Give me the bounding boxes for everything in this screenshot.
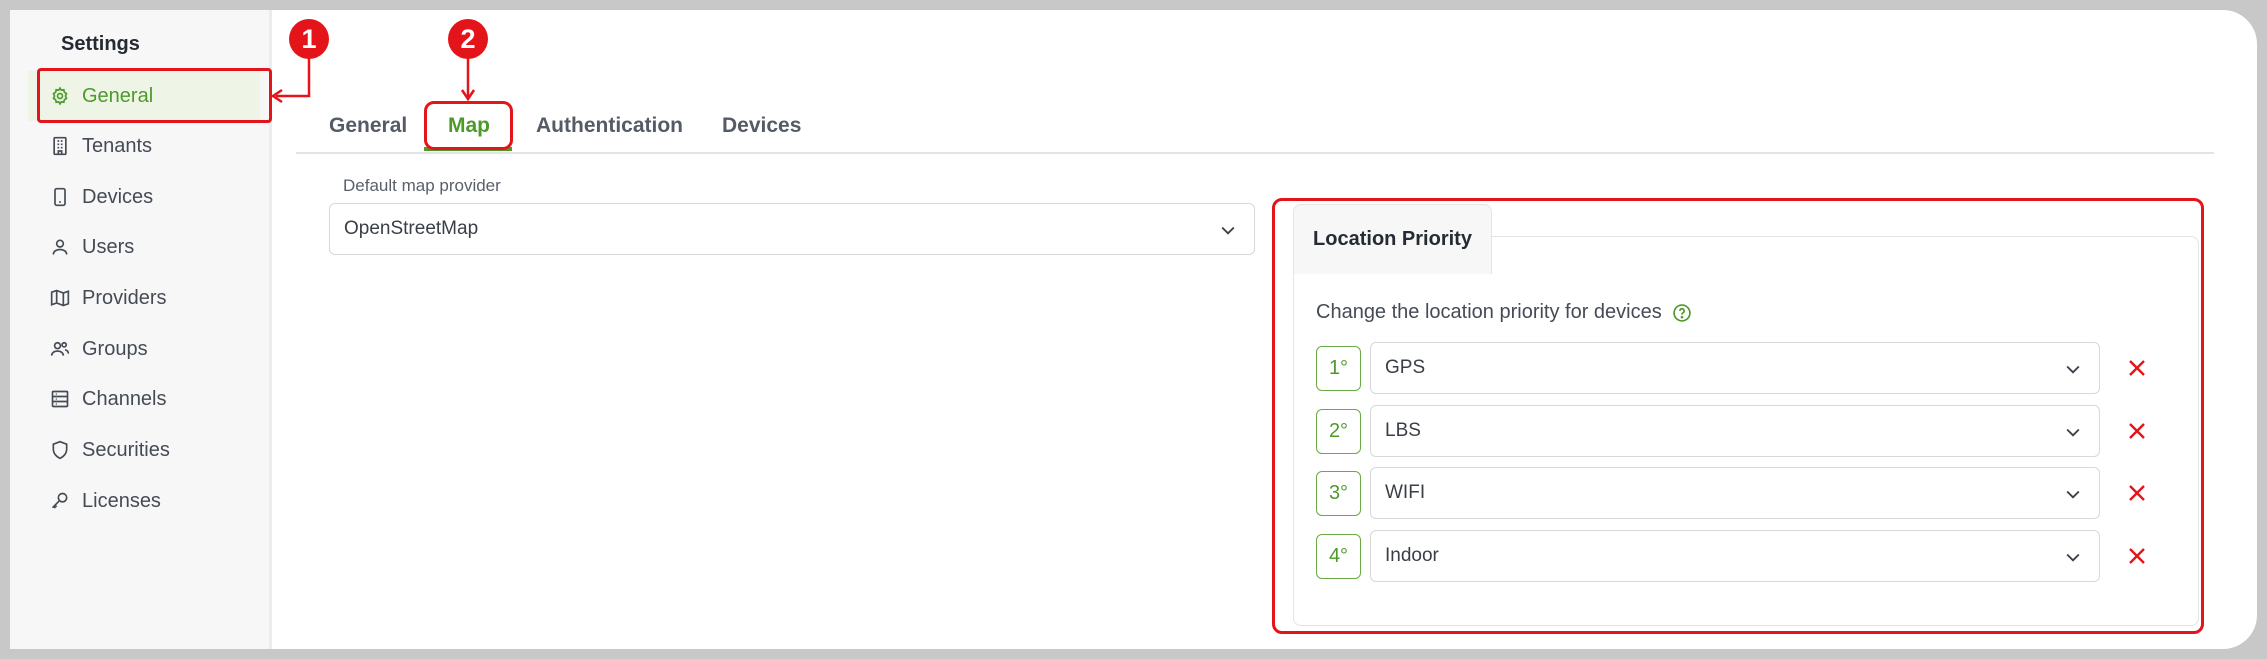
priority-rank-3: 3° [1316,471,1361,516]
sidebar-item-label: Groups [82,337,148,360]
close-icon [2129,548,2145,564]
sidebar-title: Settings [61,33,140,55]
map-icon [50,288,70,308]
sidebar-item-label: Licenses [82,489,161,512]
sidebar-item-label: Providers [82,286,167,309]
map-provider-select[interactable]: OpenStreetMap [329,203,1255,255]
sidebar-item-label: Tenants [82,134,153,157]
chevron-down-icon [2066,365,2080,374]
sidebar-item-providers[interactable]: Providers [28,273,260,323]
sidebar-item-general[interactable]: General [28,71,260,121]
map-provider-label: Default map provider [343,176,501,195]
chevron-down-icon [2066,553,2080,562]
priority-rank-1: 1° [1316,346,1361,391]
annotation-badge-2: 2 [448,19,488,59]
help-icon[interactable] [1672,303,1692,323]
sidebar-item-securities[interactable]: Securities [28,425,260,475]
sidebar-item-users[interactable]: Users [28,222,260,272]
sidebar-item-label: Channels [82,387,167,410]
close-icon [2129,423,2145,439]
sidebar-item-licenses[interactable]: Licenses [28,476,260,526]
tab-general[interactable]: General [329,114,407,138]
sidebar-item-groups[interactable]: Groups [28,324,260,374]
shield-icon [50,440,70,460]
priority-value-3: WIFI [1385,482,1426,503]
priority-select-1[interactable]: GPS [1370,342,2100,394]
annotation-arrow-2 [460,58,476,102]
sidebar-item-devices[interactable]: Devices [28,172,260,222]
close-icon [2129,485,2145,501]
remove-priority-4-button[interactable] [2125,544,2149,568]
mobile-icon [50,187,70,207]
building-icon [50,136,70,156]
location-priority-description: Change the location priority for devices [1316,301,1692,324]
location-priority-title: Location Priority [1293,204,1492,274]
tab-devices[interactable]: Devices [722,114,801,138]
sidebar-item-label: Devices [82,185,154,208]
tab-map[interactable]: Map [448,114,490,138]
active-tab-indicator [424,147,512,151]
annotation-badge-1: 1 [289,19,329,59]
sidebar-item-channels[interactable]: Channels [28,374,260,424]
priority-value-4: Indoor [1385,545,1439,566]
sidebar-item-label: Users [82,235,135,258]
chevron-down-icon [1221,226,1235,235]
remove-priority-2-button[interactable] [2125,419,2149,443]
priority-select-2[interactable]: LBS [1370,405,2100,457]
remove-priority-3-button[interactable] [2125,481,2149,505]
priority-value-1: GPS [1385,357,1426,378]
sidebar-item-label: General [82,84,154,107]
remove-priority-1-button[interactable] [2125,356,2149,380]
priority-select-4[interactable]: Indoor [1370,530,2100,582]
priority-rank-2: 2° [1316,409,1361,454]
description-text: Change the location priority for devices [1316,301,1662,323]
chevron-down-icon [2066,490,2080,499]
priority-value-2: LBS [1385,420,1421,441]
chevron-down-icon [2066,428,2080,437]
priority-select-3[interactable]: WIFI [1370,467,2100,519]
sidebar-item-label: Securities [82,438,170,461]
sidebar-item-tenants[interactable]: Tenants [28,121,260,171]
user-icon [50,237,70,257]
map-provider-value: OpenStreetMap [344,218,479,239]
key-icon [50,491,70,511]
gear-icon [50,86,70,106]
close-icon [2129,360,2145,376]
group-icon [50,339,70,359]
tab-authentication[interactable]: Authentication [536,114,683,138]
server-icon [50,389,70,409]
priority-rank-4: 4° [1316,534,1361,579]
